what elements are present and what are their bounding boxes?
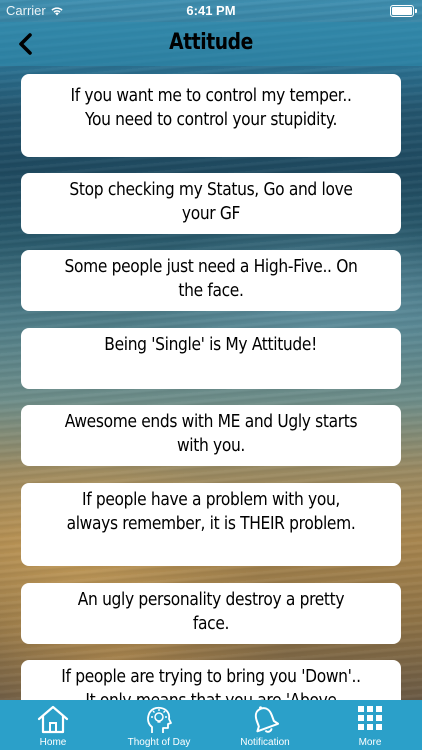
bell-icon [254, 706, 280, 733]
idea-head-icon [147, 706, 172, 733]
quote-text: If you want me to control my temper.. Yo… [70, 85, 352, 130]
quote-card[interactable]: If you want me to control my temper.. Yo… [21, 74, 401, 157]
tab-notification[interactable]: Notification [212, 700, 318, 750]
status-bar: Carrier 6:41 PM [0, 0, 422, 22]
quote-text: If people are trying to bring you 'Down'… [61, 666, 361, 700]
tab-label-more: More [358, 737, 382, 748]
quote-card[interactable]: Some people just need a High-Five.. On t… [21, 250, 401, 311]
quote-card[interactable]: If people have a problem with you, alway… [21, 483, 401, 566]
tab-label-thought-of-day: Thoght of Day [127, 737, 191, 748]
quote-text: Some people just need a High-Five.. On t… [64, 256, 358, 301]
quote-text: An ugly personality destroy a pretty fac… [77, 589, 345, 634]
home-icon [37, 705, 69, 734]
quote-card[interactable]: If people are trying to bring you 'Down'… [21, 660, 401, 700]
tab-label-home: Home [39, 737, 67, 748]
tab-bar: Home Thoght of Day Notification More [0, 700, 422, 750]
battery-icon [390, 5, 417, 17]
quote-text: If people have a problem with you, alway… [66, 489, 356, 534]
tab-home[interactable]: Home [0, 700, 106, 750]
grid-icon [358, 706, 382, 730]
quote-text: Stop checking my Status, Go and love you… [69, 179, 353, 224]
quote-card[interactable]: Awesome ends with ME and Ugly starts wit… [21, 405, 401, 466]
tab-thought-of-day[interactable]: Thoght of Day [106, 700, 212, 750]
quote-list[interactable]: If you want me to control my temper.. Yo… [0, 66, 422, 700]
quote-card[interactable]: Being 'Single' is My Attitude! [21, 328, 401, 389]
quote-card[interactable]: An ugly personality destroy a pretty fac… [21, 583, 401, 644]
tab-label-notification: Notification [240, 737, 290, 748]
quote-text: Being 'Single' is My Attitude! [104, 334, 318, 355]
navigation-bar: Attitude [0, 22, 422, 66]
quote-text: Awesome ends with ME and Ugly starts wit… [64, 411, 358, 456]
page-title: Attitude [169, 30, 253, 55]
status-time: 6:41 PM [186, 3, 236, 18]
quote-card[interactable]: Stop checking my Status, Go and love you… [21, 173, 401, 234]
tab-more[interactable]: More [318, 700, 422, 750]
